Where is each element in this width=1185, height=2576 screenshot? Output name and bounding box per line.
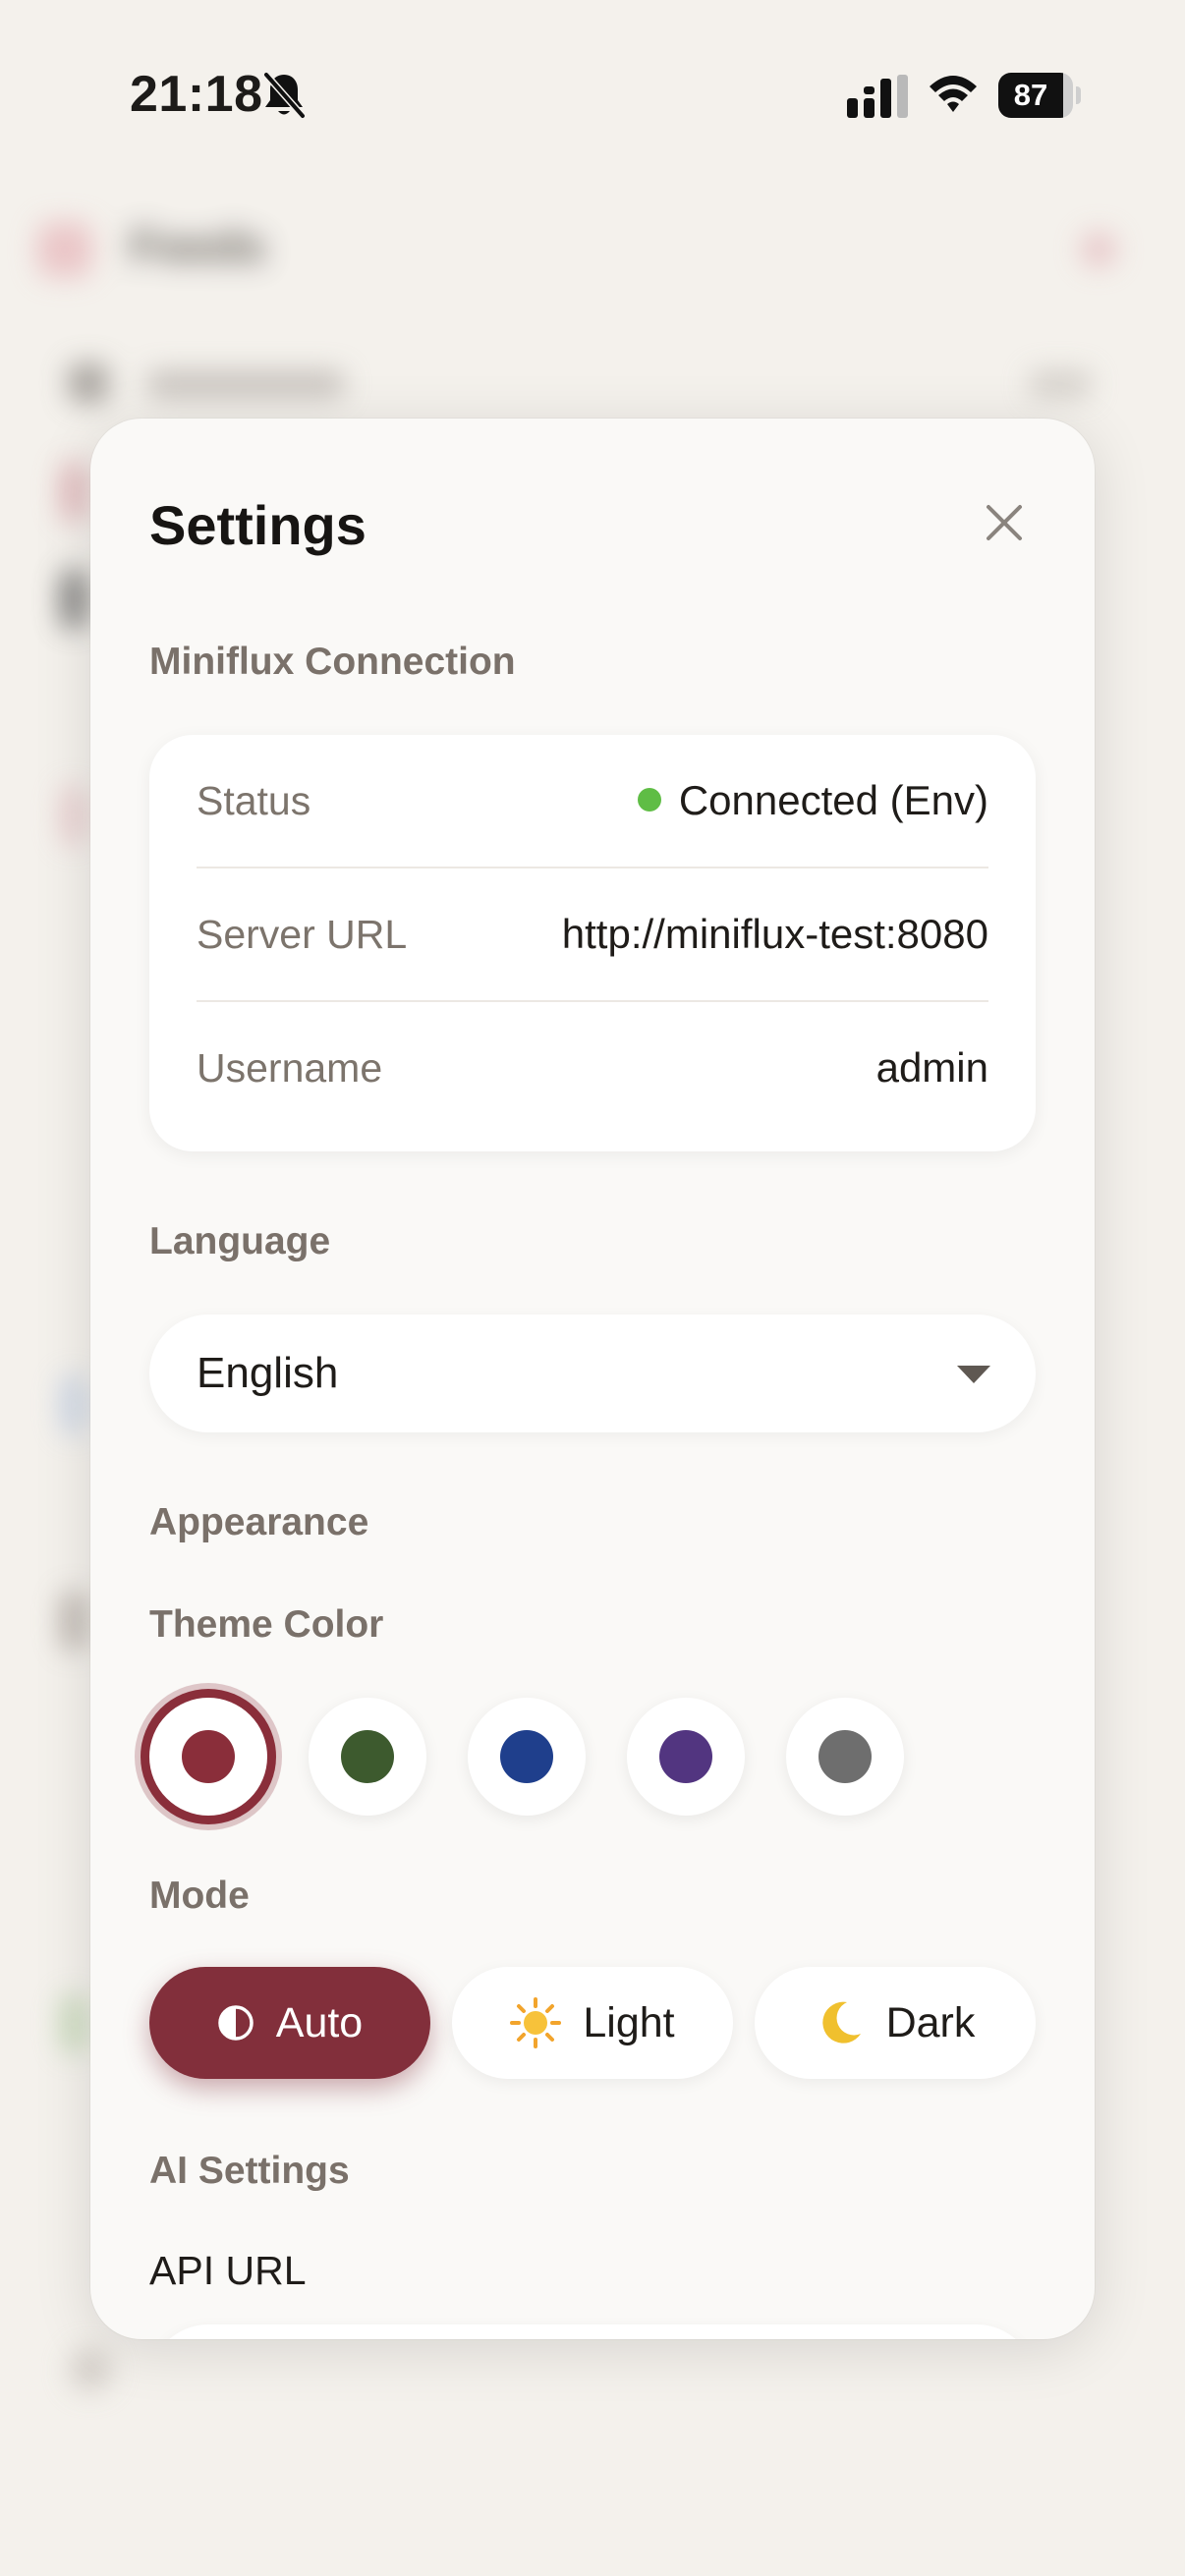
cellular-signal-icon [847, 75, 908, 118]
username-label: Username [197, 1045, 383, 1091]
theme-color-blue[interactable] [468, 1698, 586, 1816]
miniflux-connection-label: Miniflux Connection [149, 641, 516, 683]
battery-percent: 87 [1013, 78, 1048, 112]
swatch-dot [341, 1730, 394, 1783]
mode-label: Mode [149, 1875, 250, 1917]
swatch-dot [500, 1730, 553, 1783]
status-value-wrap: Connected (Env) [637, 735, 988, 867]
theme-color-gray[interactable] [786, 1698, 904, 1816]
status-time: 21:18 [130, 66, 263, 123]
bg-item [61, 570, 86, 629]
ai-settings-label: AI Settings [149, 2150, 350, 2192]
chevron-down-icon [957, 1366, 990, 1383]
modal-title: Settings [149, 494, 367, 556]
server-url-label: Server URL [197, 912, 408, 957]
server-url-row: Server URL http://miniflux-test:8080 [197, 868, 988, 1000]
language-selected-value: English [197, 1349, 339, 1397]
bg-row-text [147, 371, 344, 397]
theme-color-green[interactable] [309, 1698, 426, 1816]
language-label: Language [149, 1220, 331, 1262]
bg-row-count [1030, 371, 1091, 397]
bg-item [61, 1375, 86, 1434]
settings-modal: Settings Miniflux Connection Status Conn… [90, 419, 1095, 2339]
sun-icon [510, 1997, 562, 2048]
api-url-label: API URL [149, 2248, 307, 2293]
close-icon[interactable] [975, 493, 1034, 552]
mode-auto-button[interactable]: Auto [149, 1967, 430, 2079]
mode-dark-label: Dark [885, 1998, 976, 2046]
server-url-value: http://miniflux-test:8080 [561, 911, 988, 957]
api-url-input[interactable] [149, 2324, 1036, 2339]
bg-row-icon [69, 364, 108, 403]
half-circle-icon [218, 2005, 254, 2041]
wifi-icon [930, 76, 977, 112]
mode-auto-label: Auto [275, 1998, 364, 2046]
username-value: admin [875, 1044, 988, 1091]
swatch-dot [659, 1730, 712, 1783]
bg-item [61, 462, 86, 521]
appearance-label: Appearance [149, 1501, 369, 1543]
bg-item [61, 786, 86, 845]
status-bar: 21:18 87 [0, 0, 1185, 196]
theme-color-label: Theme Color [149, 1603, 384, 1646]
moon-icon [821, 2001, 861, 2044]
status-value: Connected (Env) [678, 777, 988, 823]
feeds-action-icon [1081, 232, 1116, 267]
battery-nub [1076, 86, 1081, 104]
mode-light-label: Light [583, 1998, 675, 2046]
status-label: Status [197, 778, 311, 823]
bell-slash-icon [262, 71, 307, 120]
theme-color-purple[interactable] [627, 1698, 745, 1816]
connection-card: Status Connected (Env) Server URL http:/… [149, 735, 1036, 1151]
status-dot-icon [637, 787, 661, 812]
bg-settings-icon [69, 2348, 112, 2391]
bg-item [61, 1592, 86, 1651]
language-select[interactable]: English [149, 1315, 1036, 1432]
battery-icon: 87 [998, 73, 1081, 118]
swatch-dot [182, 1730, 235, 1783]
app-logo-icon [37, 222, 92, 277]
status-row: Status Connected (Env) [197, 735, 988, 867]
feeds-title: Feeds [130, 221, 266, 273]
bg-item [61, 1994, 86, 2053]
swatch-dot [818, 1730, 872, 1783]
username-row: Username admin [197, 1002, 988, 1134]
mode-dark-button[interactable]: Dark [755, 1967, 1036, 2079]
theme-color-crimson[interactable] [149, 1698, 267, 1816]
battery-body: 87 [998, 73, 1073, 118]
mode-light-button[interactable]: Light [452, 1967, 733, 2079]
